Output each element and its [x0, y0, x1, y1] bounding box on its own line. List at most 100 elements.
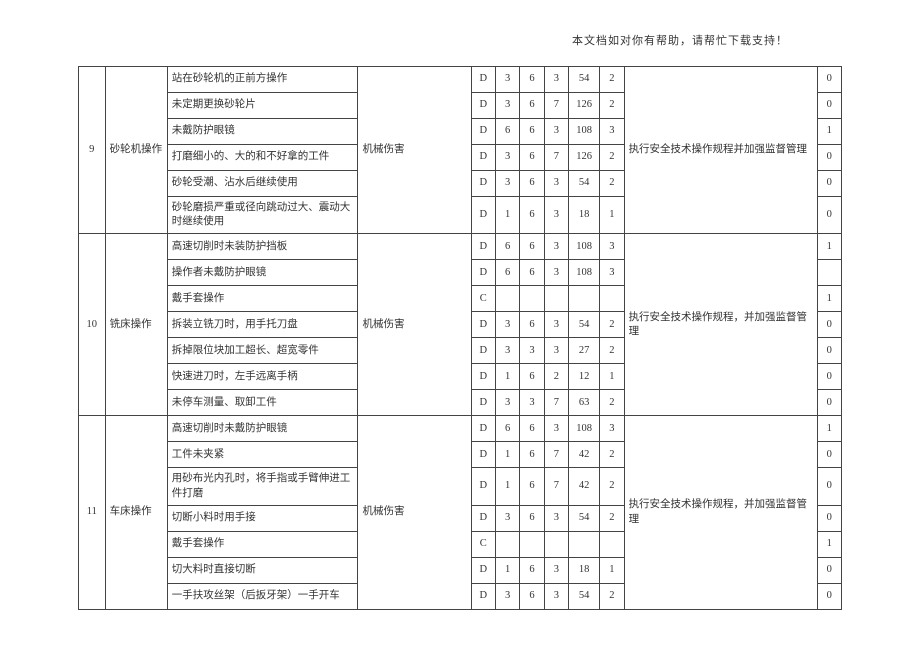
cell-v5: 3 [600, 260, 624, 286]
cell-v3: 7 [544, 468, 568, 505]
cell-v1: 6 [495, 260, 519, 286]
group-hazard: 机械伤害 [358, 416, 471, 609]
cell-v5: 1 [600, 364, 624, 390]
cell-v1: 3 [495, 390, 519, 416]
cell-desc: 砂轮磨损严重或径向跳动过大、震动大时继续使用 [167, 197, 358, 234]
cell-d: D [471, 197, 495, 234]
cell-v4: 108 [569, 260, 600, 286]
cell-desc: 拆装立铣刀时，用手托刀盘 [167, 312, 358, 338]
cell-v1: 3 [495, 338, 519, 364]
cell-v3 [544, 531, 568, 557]
cell-desc: 工件未夹紧 [167, 442, 358, 468]
cell-v5: 3 [600, 234, 624, 260]
cell-last: 1 [817, 531, 841, 557]
group-index: 9 [79, 67, 106, 234]
cell-v2: 6 [520, 583, 544, 609]
cell-v1: 3 [495, 145, 519, 171]
cell-last: 0 [817, 197, 841, 234]
cell-last: 0 [817, 468, 841, 505]
cell-v5: 1 [600, 557, 624, 583]
cell-desc: 打磨细小的、大的和不好拿的工件 [167, 145, 358, 171]
cell-desc: 未定期更换砂轮片 [167, 93, 358, 119]
cell-v2: 6 [520, 364, 544, 390]
cell-v2: 6 [520, 93, 544, 119]
cell-desc: 未戴防护眼镜 [167, 119, 358, 145]
cell-v1: 3 [495, 171, 519, 197]
cell-v4: 54 [569, 312, 600, 338]
cell-v5: 2 [600, 67, 624, 93]
cell-v3: 3 [544, 505, 568, 531]
cell-last [817, 260, 841, 286]
cell-d: D [471, 145, 495, 171]
cell-v4: 126 [569, 93, 600, 119]
cell-v3: 3 [544, 171, 568, 197]
table-row: 11 车床操作 高速切削时未戴防护眼镜 机械伤害 D 6 6 3 108 3 执… [79, 416, 842, 442]
cell-last: 0 [817, 390, 841, 416]
cell-v2: 6 [520, 145, 544, 171]
header-note: 本文档如对你有帮助，请帮忙下载支持！ [0, 0, 920, 66]
cell-v5: 2 [600, 583, 624, 609]
group-measure: 执行安全技术操作规程，并加强监督管理 [624, 234, 817, 416]
cell-v4: 27 [569, 338, 600, 364]
cell-v1: 1 [495, 442, 519, 468]
cell-v4: 18 [569, 197, 600, 234]
cell-v2: 3 [520, 390, 544, 416]
group-index: 10 [79, 234, 106, 416]
cell-v3: 3 [544, 557, 568, 583]
cell-v1: 6 [495, 119, 519, 145]
group-hazard: 机械伤害 [358, 234, 471, 416]
cell-v3: 3 [544, 67, 568, 93]
cell-desc: 戴手套操作 [167, 286, 358, 312]
cell-v1: 6 [495, 416, 519, 442]
cell-v2: 6 [520, 505, 544, 531]
cell-last: 0 [817, 505, 841, 531]
cell-last: 1 [817, 234, 841, 260]
cell-v3: 3 [544, 583, 568, 609]
cell-desc: 站在砂轮机的正前方操作 [167, 67, 358, 93]
cell-d: C [471, 531, 495, 557]
cell-desc: 高速切削时未戴防护眼镜 [167, 416, 358, 442]
cell-v1 [495, 531, 519, 557]
cell-last: 0 [817, 171, 841, 197]
cell-v5: 2 [600, 468, 624, 505]
cell-v4 [569, 531, 600, 557]
cell-v4: 18 [569, 557, 600, 583]
group-index: 11 [79, 416, 106, 609]
cell-v2: 6 [520, 119, 544, 145]
cell-v3: 2 [544, 364, 568, 390]
cell-last: 0 [817, 364, 841, 390]
cell-desc: 操作者未戴防护眼镜 [167, 260, 358, 286]
cell-v3: 3 [544, 338, 568, 364]
cell-v4: 54 [569, 171, 600, 197]
cell-d: D [471, 338, 495, 364]
cell-desc: 高速切削时未装防护挡板 [167, 234, 358, 260]
cell-last: 1 [817, 416, 841, 442]
cell-v3: 3 [544, 119, 568, 145]
cell-d: D [471, 583, 495, 609]
cell-v3: 3 [544, 197, 568, 234]
cell-d: D [471, 557, 495, 583]
cell-d: D [471, 67, 495, 93]
cell-v1: 1 [495, 364, 519, 390]
cell-v1: 3 [495, 505, 519, 531]
cell-d: D [471, 93, 495, 119]
cell-d: D [471, 442, 495, 468]
cell-d: D [471, 416, 495, 442]
cell-v4: 63 [569, 390, 600, 416]
group-op: 砂轮机操作 [105, 67, 167, 234]
cell-v1: 1 [495, 557, 519, 583]
cell-d: C [471, 286, 495, 312]
cell-v2: 6 [520, 416, 544, 442]
group-op: 车床操作 [105, 416, 167, 609]
cell-v1: 3 [495, 93, 519, 119]
group-measure: 执行安全技术操作规程，并加强监督管理 [624, 416, 817, 609]
cell-v4 [569, 286, 600, 312]
cell-v5: 1 [600, 197, 624, 234]
cell-d: D [471, 364, 495, 390]
cell-v1: 3 [495, 312, 519, 338]
cell-v3: 3 [544, 312, 568, 338]
cell-v3: 7 [544, 442, 568, 468]
cell-d: D [471, 171, 495, 197]
cell-v5: 2 [600, 390, 624, 416]
cell-v2: 6 [520, 67, 544, 93]
